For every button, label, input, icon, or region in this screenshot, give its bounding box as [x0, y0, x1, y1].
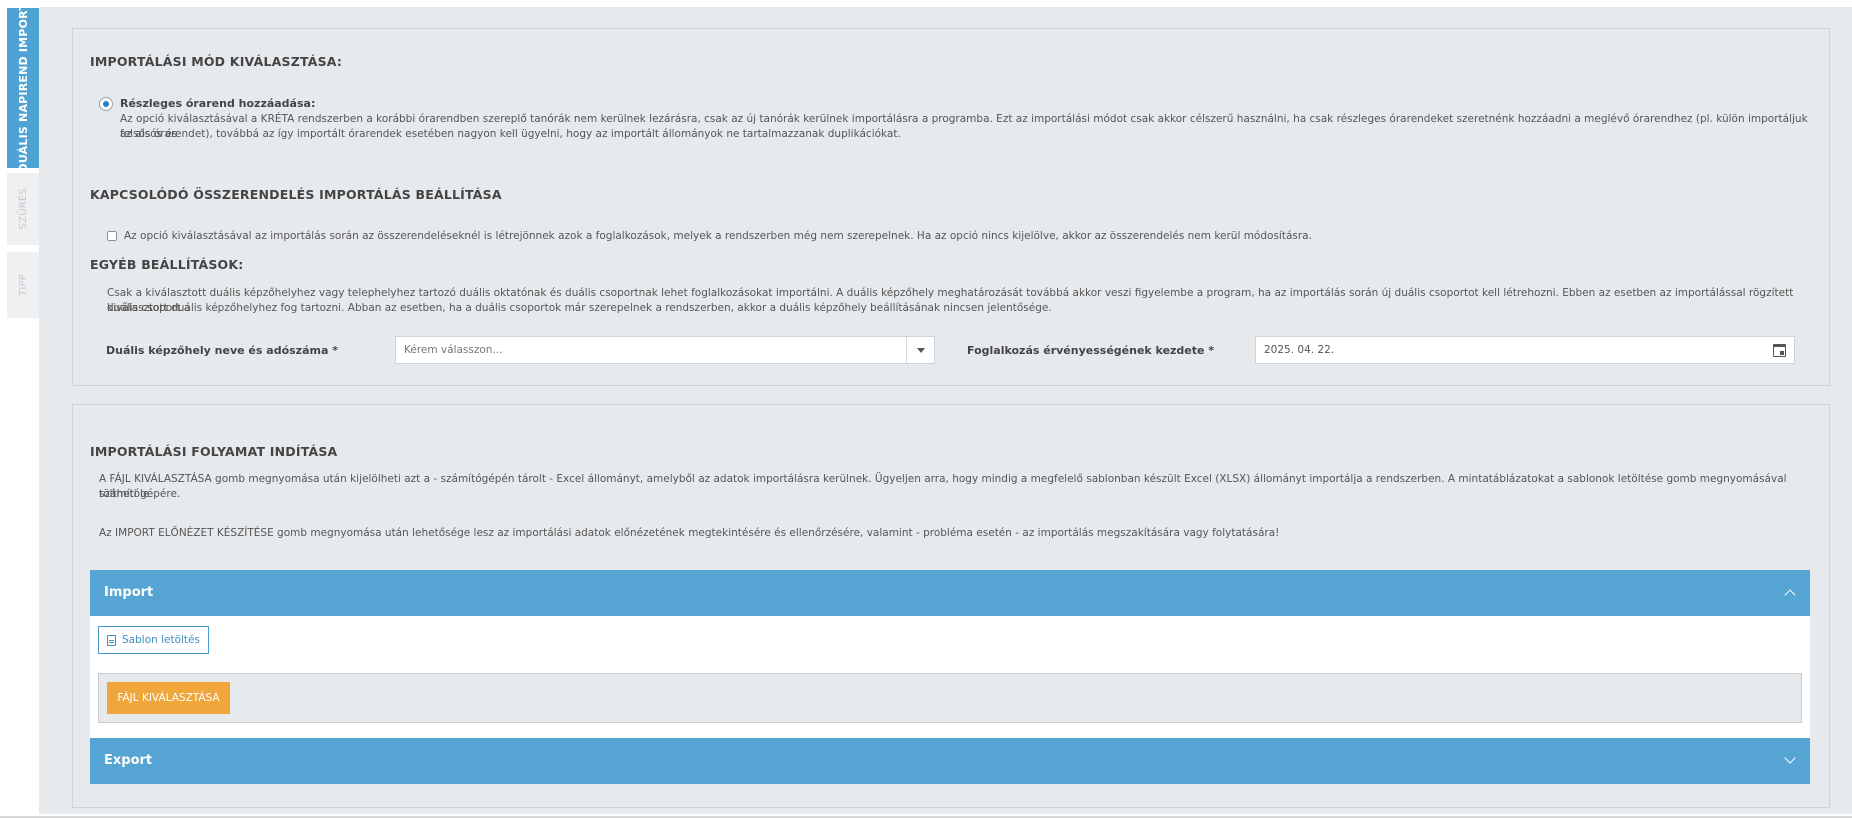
export-accordion-header[interactable]: Export: [90, 738, 1810, 784]
tab-tip[interactable]: TIPP: [7, 252, 39, 318]
tab-label: TIPP: [17, 274, 29, 296]
template-download-label: Sablon letöltés: [122, 634, 200, 646]
import-accordion-title: Import: [104, 585, 154, 600]
link-import-heading: KAPCSOLÓDÓ ÖSSZERENDELÉS IMPORTÁLÁS BEÁL…: [90, 187, 502, 202]
bottom-bar: [0, 814, 1852, 820]
other-settings-desc-2: kiválasztott duális képzőhelyhez fog tar…: [107, 302, 1052, 314]
create-activities-label: Az opció kiválasztásával az importálás s…: [124, 230, 1312, 242]
import-accordion-body: Sablon letöltés FÁJL KIVÁLASZTÁSA: [90, 616, 1810, 738]
sidebar: DUÁLIS NAPIREND IMPORT SZŰRÉS TIPP: [0, 0, 39, 820]
tab-filter[interactable]: SZŰRÉS: [7, 173, 39, 245]
training-place-placeholder: Kérem válasszon...: [404, 344, 503, 356]
settings-panel: IMPORTÁLÁSI MÓD KIVÁLASZTÁSA: Részleges …: [72, 28, 1830, 386]
import-accordion-header[interactable]: Import: [90, 570, 1810, 616]
file-select-button[interactable]: FÁJL KIVÁLASZTÁSA: [107, 682, 230, 714]
start-date-label: Foglalkozás érvényességének kezdete *: [967, 344, 1215, 357]
partial-schedule-radio[interactable]: [99, 97, 113, 111]
import-process-heading: IMPORTÁLÁSI FOLYAMAT INDÍTÁSA: [90, 444, 338, 459]
file-icon: [107, 634, 116, 646]
template-download-button[interactable]: Sablon letöltés: [98, 626, 209, 654]
tab-dual-schedule-import[interactable]: DUÁLIS NAPIREND IMPORT: [7, 3, 39, 173]
start-date-input[interactable]: 2025. 04. 22.: [1255, 336, 1795, 364]
tab-label: SZŰRÉS: [17, 188, 29, 230]
other-settings-heading: EGYÉB BEÁLLÍTÁSOK:: [90, 257, 244, 272]
import-mode-heading: IMPORTÁLÁSI MÓD KIVÁLASZTÁSA:: [90, 54, 343, 69]
start-date-value: 2025. 04. 22.: [1264, 344, 1335, 356]
top-bar: [38, 0, 1852, 7]
training-place-select[interactable]: Kérem válasszon...: [395, 336, 935, 364]
caret-down-icon: [916, 347, 925, 353]
import-process-desc-1-cont: számítógépére.: [99, 488, 181, 500]
export-accordion-title: Export: [104, 753, 153, 768]
import-process-desc-2: Az IMPORT ELŐNÉZET KÉSZÍTÉSE gomb megnyo…: [99, 527, 1280, 539]
chevron-down-icon[interactable]: [1784, 752, 1796, 764]
calendar-icon[interactable]: [1773, 344, 1786, 357]
dropdown-toggle[interactable]: [906, 337, 934, 363]
create-activities-checkbox[interactable]: [107, 231, 117, 241]
partial-schedule-label: Részleges órarend hozzáadása:: [120, 97, 316, 110]
tab-label: DUÁLIS NAPIREND IMPORT: [16, 3, 30, 173]
chevron-up-icon[interactable]: [1784, 589, 1796, 601]
training-place-label: Duális képzőhely neve és adószáma *: [106, 344, 338, 357]
import-process-panel: IMPORTÁLÁSI FOLYAMAT INDÍTÁSA A FÁJL KIV…: [72, 404, 1830, 808]
partial-schedule-desc-2: felsős órarendet), továbbá az így import…: [120, 128, 901, 140]
file-select-area: FÁJL KIVÁLASZTÁSA: [98, 673, 1802, 723]
